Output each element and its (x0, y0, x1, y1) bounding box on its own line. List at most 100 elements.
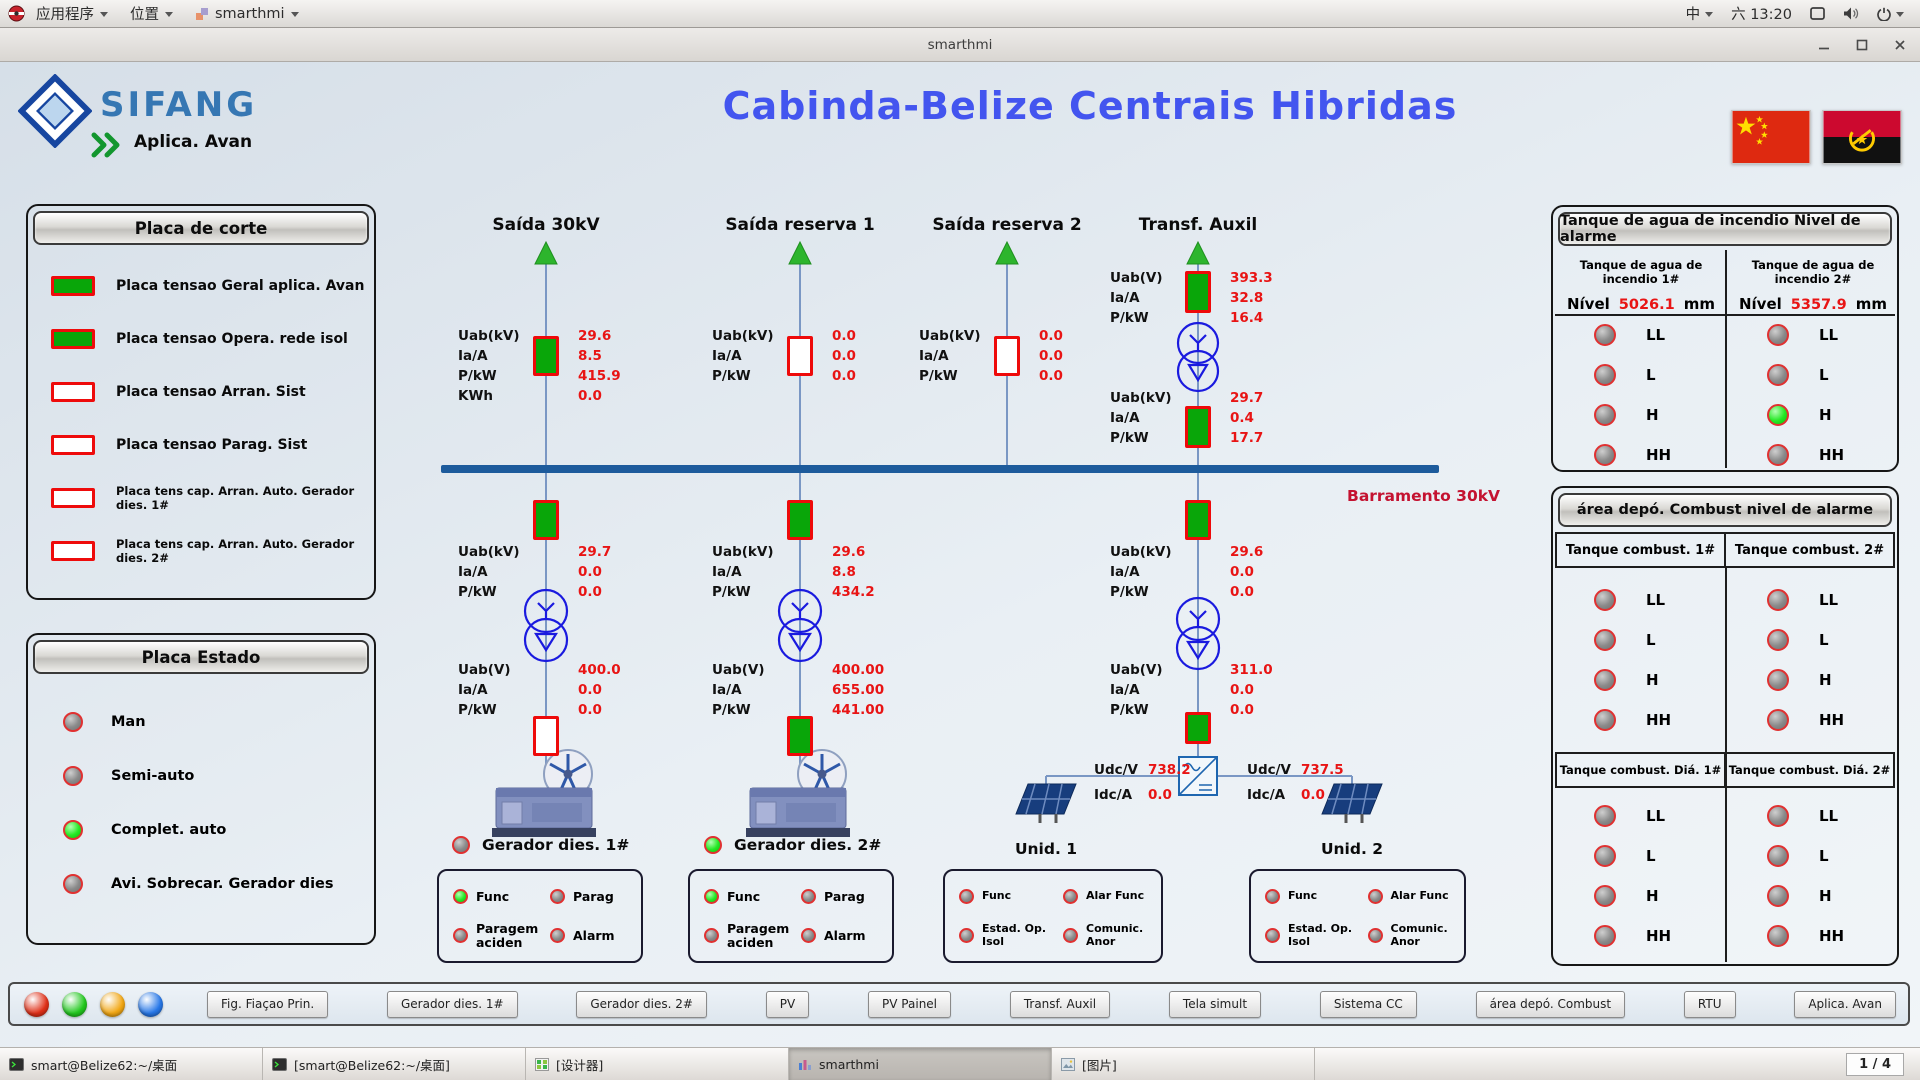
breaker-saida30kv[interactable] (533, 336, 559, 376)
led-gray-icon (1594, 364, 1616, 386)
breaker-pv-lv[interactable] (1185, 712, 1211, 744)
status-row: L (1554, 355, 1727, 395)
breaker-pv-hv[interactable] (1185, 500, 1211, 540)
level-unit: mm (1856, 295, 1887, 313)
panel-fuel-alarm-header: área depó. Combust nivel de alarme (1558, 493, 1892, 527)
measurement-row: Uab(kV)29.6 (712, 542, 875, 562)
breaker-gen1-lv[interactable] (533, 716, 559, 756)
status-label: Estad. Op. Isol (1288, 923, 1358, 947)
led-gray-icon (959, 928, 974, 943)
screen-layout-icon[interactable] (1810, 7, 1825, 20)
measurement-label: Ia/A (458, 564, 542, 580)
status-label: Alar Func (1086, 890, 1144, 902)
measurement-label: P/kW (458, 584, 542, 600)
led-green-icon (704, 889, 719, 904)
menu-places-label: 位置 (130, 3, 159, 24)
measurement-row: Uab(kV)0.0 (919, 326, 1063, 346)
breaker-aux-hv[interactable] (1185, 406, 1211, 448)
status-label: Alarm (573, 929, 615, 943)
toolbar-button[interactable]: PV (766, 991, 809, 1018)
led-gray-icon (1063, 889, 1078, 904)
toolbar-button[interactable]: Tela simult (1169, 991, 1261, 1018)
status-label: H (1819, 406, 1832, 424)
led-gray-icon (1063, 928, 1078, 943)
menu-active-window[interactable]: smarthmi (184, 0, 310, 27)
led-gray-icon (1594, 589, 1616, 611)
status-row: H (1727, 660, 1900, 700)
measurement-value: 0.0 (1039, 348, 1063, 364)
status-row: H (1727, 395, 1900, 435)
indicator-lamp[interactable] (62, 992, 87, 1017)
status-row: Comunic. Anor (1053, 916, 1157, 955)
measurement-value: 29.7 (1230, 390, 1263, 406)
toolbar-button[interactable]: Aplica. Avan (1794, 991, 1896, 1018)
pv-unit2-label[interactable]: Unid. 2 (1306, 840, 1398, 858)
measurement-label: Ia/A (1110, 410, 1194, 426)
input-method-indicator[interactable]: 中 (1686, 3, 1714, 24)
maximize-button[interactable] (1856, 39, 1868, 51)
toolbar-button[interactable]: Transf. Auxil (1010, 991, 1110, 1018)
taskbar-item[interactable]: [smart@Belize62:~/桌面] (263, 1048, 526, 1080)
status-row: Semi-auto (63, 764, 374, 788)
gen2-label[interactable]: Gerador dies. 2# (734, 836, 881, 854)
breaker-gen2-hv[interactable] (787, 500, 813, 540)
breaker-gen2-lv[interactable] (787, 716, 813, 756)
toolbar-button[interactable]: PV Painel (868, 991, 951, 1018)
breaker-state-icon (51, 488, 95, 508)
status-row: LL (1554, 315, 1727, 355)
taskbar-item[interactable]: [设计器] (526, 1048, 789, 1080)
fuel-tank2-alarms: LLLHHH (1727, 580, 1900, 740)
panel-placa-de-corte: Placa de corte Placa tensao Geral aplica… (26, 204, 376, 600)
toolbar-button[interactable]: Gerador dies. 1# (387, 991, 518, 1018)
pv-unit1-label[interactable]: Unid. 1 (1000, 840, 1092, 858)
measurement-label: Ia/A (1110, 290, 1194, 306)
measurement-label: Udc/V (1247, 762, 1295, 778)
indicator-lamp[interactable] (100, 992, 125, 1017)
measurement-value: 29.7 (578, 544, 611, 560)
toolbar-button[interactable]: Gerador dies. 2# (576, 991, 707, 1018)
indicator-lamp[interactable] (24, 992, 49, 1017)
clock[interactable]: 六 13:20 (1731, 3, 1792, 24)
chevron-down-icon (165, 12, 173, 17)
workspace-pager[interactable]: 1 / 4 (1846, 1053, 1904, 1076)
status-row: Func (694, 877, 791, 916)
measurement-label: Udc/V (1094, 762, 1142, 778)
indicator-lamp[interactable] (138, 992, 163, 1017)
breaker-gen1-hv[interactable] (533, 500, 559, 540)
measurement-value: 0.0 (832, 368, 856, 384)
nav-label[interactable]: Aplica. Avan (134, 132, 252, 152)
menu-places[interactable]: 位置 (119, 0, 184, 27)
measurement-row: Idc/A0.0 (1247, 782, 1344, 807)
measurement-value: 0.0 (1039, 368, 1063, 384)
gen1-label[interactable]: Gerador dies. 1# (482, 836, 629, 854)
fuel-tank1-alarms: LLLHHH (1554, 580, 1727, 740)
window-titlebar[interactable]: smarthmi (0, 28, 1920, 62)
volume-icon[interactable] (1843, 7, 1859, 20)
led-gray-icon (1594, 709, 1616, 731)
status-row: Func (1255, 877, 1358, 916)
taskbar-item[interactable]: smart@Belize62:~/桌面 (0, 1048, 263, 1080)
close-button[interactable] (1894, 39, 1906, 51)
toolbar-button[interactable]: Fig. Fiaçao Prin. (207, 991, 328, 1018)
panel-placa-estado: Placa Estado ManSemi-autoComplet. autoAv… (26, 633, 376, 945)
distro-logo-icon[interactable] (8, 5, 25, 22)
status-row: Parag (791, 877, 888, 916)
screen: 应用程序 位置 smarthmi 中 六 13:20 smarthmi SIFA… (0, 0, 1920, 1080)
toolbar-button[interactable]: área depó. Combust (1476, 991, 1626, 1018)
status-label: Parag (573, 890, 614, 904)
pv-array-1-icon (1016, 784, 1076, 823)
taskbar-item[interactable]: [图片] (1052, 1048, 1315, 1080)
breaker-reserva1[interactable] (787, 336, 813, 376)
status-label: Parag (824, 890, 865, 904)
toolbar-button[interactable]: RTU (1684, 991, 1736, 1018)
measurement-row: P/kW0.0 (919, 366, 1063, 386)
taskbar-item[interactable]: smarthmi (789, 1048, 1052, 1080)
breaker-aux-lv[interactable] (1185, 271, 1211, 313)
minimize-button[interactable] (1818, 39, 1830, 51)
measure-reserva1: Uab(kV)0.0Ia/A0.0P/kW0.0 (712, 326, 856, 386)
menu-applications[interactable]: 应用程序 (25, 0, 119, 27)
breaker-reserva2[interactable] (994, 336, 1020, 376)
led-gray-icon (1767, 845, 1789, 867)
power-icon[interactable] (1877, 7, 1904, 21)
toolbar-button[interactable]: Sistema CC (1320, 991, 1417, 1018)
